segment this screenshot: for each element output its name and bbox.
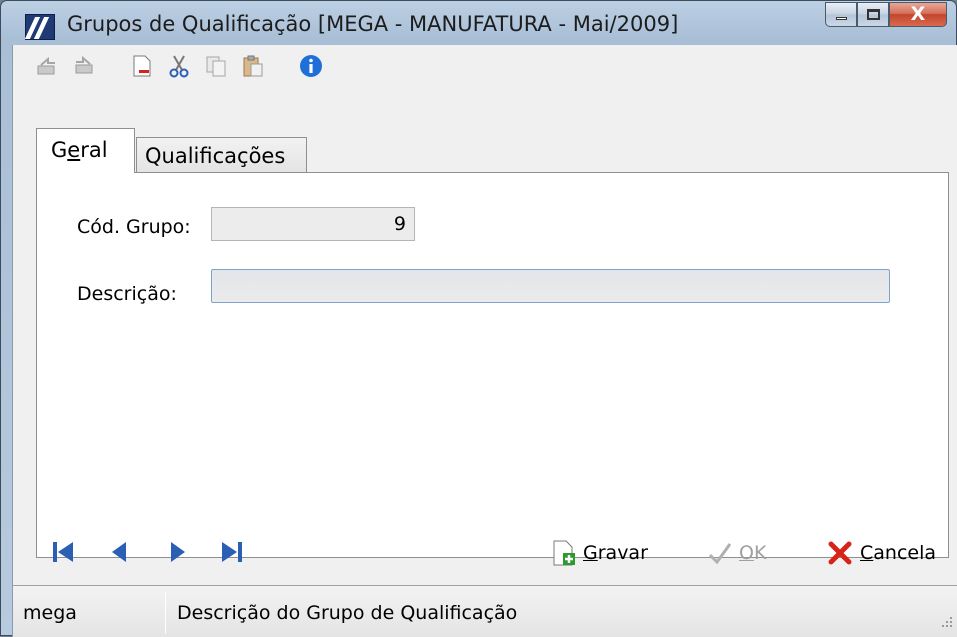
status-bar: mega Descrição do Grupo de Qualificação [13, 585, 957, 637]
maximize-button[interactable] [857, 2, 889, 27]
status-hint: Descrição do Grupo de Qualificação [177, 602, 518, 624]
ok-label: OK [739, 542, 767, 564]
previous-record-button[interactable] [106, 538, 134, 566]
tab-geral-label: Geral [51, 138, 108, 162]
gravar-button[interactable]: Gravar [551, 537, 648, 569]
toolbar [13, 45, 957, 87]
undo-icon[interactable] [35, 54, 59, 78]
new-document-icon[interactable] [130, 54, 154, 78]
first-record-icon [53, 542, 73, 562]
save-icon [553, 540, 575, 566]
caption-buttons: X [825, 2, 947, 27]
minimize-button[interactable] [825, 2, 857, 27]
ok-button[interactable]: OK [707, 537, 766, 569]
last-record-button[interactable] [218, 538, 246, 566]
close-button[interactable]: X [889, 2, 947, 27]
cod-grupo-field[interactable]: 9 [211, 207, 415, 241]
tab-qualificacoes[interactable]: Qualificações [136, 137, 307, 174]
cancela-label: Cancela [860, 542, 937, 564]
application-window: Grupos de Qualificação [MEGA - MANUFATUR… [0, 0, 957, 637]
window-title: Grupos de Qualificação [MEGA - MANUFATUR… [67, 12, 679, 36]
previous-record-icon [112, 542, 126, 562]
last-record-icon [222, 542, 242, 562]
tab-panel-geral: Cód. Grupo: 9 Descrição: [36, 172, 949, 558]
cancela-button[interactable]: Cancela [826, 537, 936, 569]
cancel-x-icon [828, 541, 852, 565]
gravar-label: Gravar [583, 542, 648, 564]
app-logo-icon[interactable] [25, 14, 55, 40]
descricao-field[interactable] [211, 269, 890, 303]
copy-icon[interactable] [204, 54, 228, 78]
next-record-icon [171, 542, 185, 562]
tab-geral[interactable]: Geral [36, 128, 135, 173]
redo-icon[interactable] [72, 54, 96, 78]
resize-grip-icon[interactable] [940, 615, 954, 629]
minimize-icon [836, 17, 847, 20]
navigation-bar: Gravar OK Cancela [13, 525, 957, 583]
paste-icon[interactable] [241, 54, 265, 78]
client-area: Geral Qualificações Cód. Grupo: 9 Descri… [12, 45, 957, 637]
checkmark-icon [708, 543, 732, 565]
maximize-icon [867, 9, 880, 20]
info-icon[interactable] [299, 54, 323, 78]
first-record-button[interactable] [49, 538, 77, 566]
descricao-label: Descrição: [77, 283, 177, 305]
status-divider [165, 592, 166, 634]
status-user: mega [23, 602, 77, 624]
title-bar[interactable]: Grupos de Qualificação [MEGA - MANUFATUR… [1, 1, 956, 45]
next-record-button[interactable] [163, 538, 191, 566]
cut-icon[interactable] [167, 54, 191, 78]
cod-grupo-label: Cód. Grupo: [77, 216, 191, 238]
